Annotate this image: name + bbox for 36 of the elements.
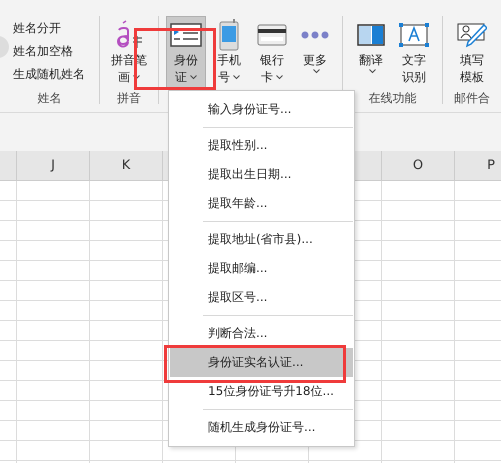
person-pen-icon	[457, 21, 488, 49]
panel-icon	[357, 24, 386, 46]
column-header[interactable]: K	[122, 158, 130, 173]
menu-item[interactable]: 身份证实名认证...	[170, 348, 353, 377]
ribbon-button[interactable]: 翻译	[351, 16, 392, 88]
letter-frame-icon	[399, 23, 430, 47]
menu-item[interactable]: 提取出生日期...	[170, 160, 353, 189]
group-label: 在线功能	[368, 90, 417, 107]
column-header[interactable]: J	[51, 158, 55, 173]
ribbon-item[interactable]: 生成随机姓名	[13, 66, 85, 83]
column-header[interactable]: O	[412, 158, 424, 173]
ribbon-item[interactable]: 姓名加空格	[13, 43, 85, 60]
group-label: 拼音	[117, 90, 142, 107]
menu-item[interactable]: 随机生成身份证号...	[170, 413, 353, 442]
menu-item[interactable]: 提取年龄...	[170, 189, 353, 218]
ribbon-button[interactable]: 文字 识别	[394, 16, 434, 88]
menu-item[interactable]: 判断合法...	[170, 319, 353, 348]
phone-icon	[219, 19, 240, 51]
group-label: 邮件合	[454, 90, 490, 107]
ribbon-button[interactable]: 更多	[295, 16, 336, 88]
letter-a-icon	[114, 20, 144, 50]
menu-item[interactable]: 提取区号...	[170, 283, 353, 312]
ribbon-button[interactable]: 身份 证	[166, 16, 206, 88]
more-icon	[301, 31, 330, 39]
menu-item[interactable]: 15位身份证号升18位...	[170, 377, 353, 406]
ribbon-button[interactable]: 银行 卡	[252, 16, 292, 88]
menu-item[interactable]: 提取邮编...	[170, 254, 353, 283]
column-header[interactable]: P	[487, 158, 495, 173]
card-icon	[257, 24, 288, 46]
ribbon-button[interactable]: 填写 模板	[452, 16, 492, 88]
ribbon-item[interactable]: 姓名分开	[13, 20, 85, 37]
menu-item[interactable]: 输入身份证号...	[170, 95, 353, 124]
menu-item[interactable]: 提取地址(省市县)...	[170, 225, 353, 254]
group-label: 姓名	[38, 90, 62, 107]
menu-item[interactable]: 提取性别...	[170, 131, 353, 160]
ribbon-button[interactable]: 手机 号	[209, 16, 250, 88]
